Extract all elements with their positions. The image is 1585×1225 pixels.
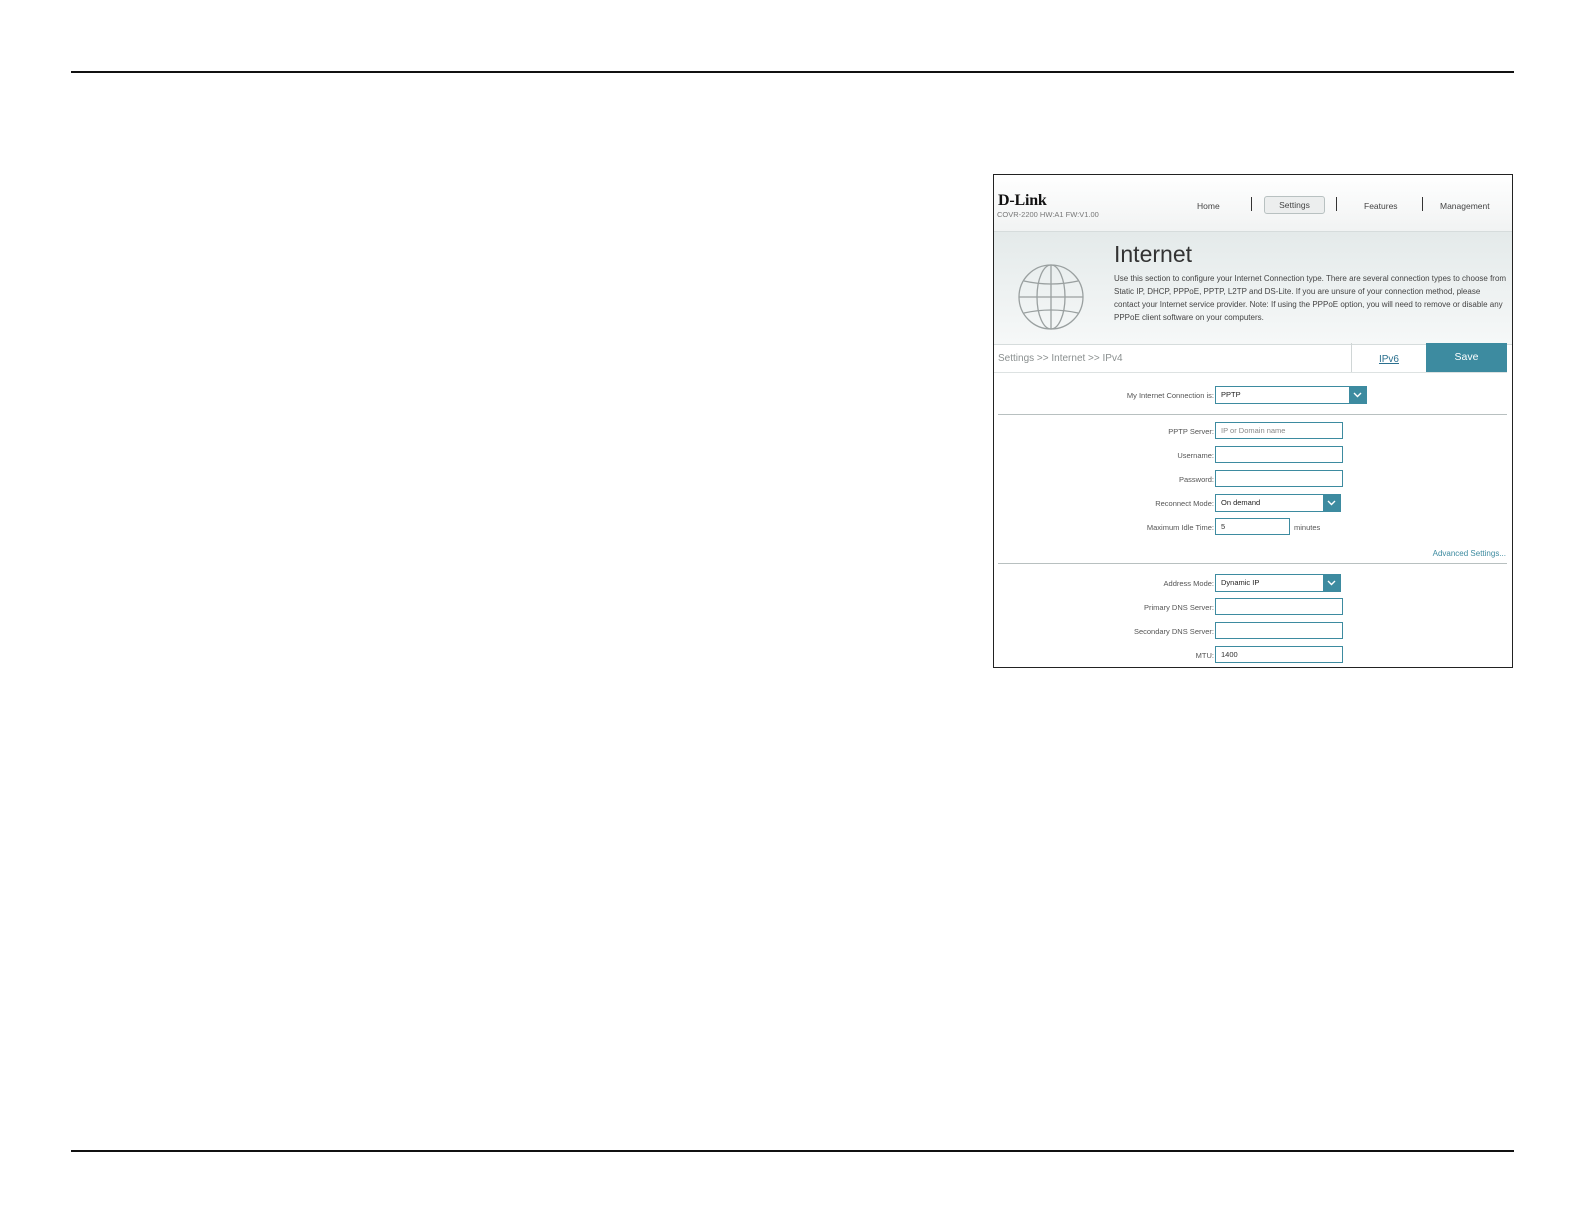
page-description: Use this section to configure your Inter…: [1114, 274, 1507, 322]
address-mode-select[interactable]: Dynamic IP: [1215, 574, 1341, 592]
username-label: Username:: [1177, 451, 1214, 460]
address-mode-label: Address Mode:: [1163, 579, 1214, 588]
pptp-server-label: PPTP Server:: [1168, 427, 1214, 436]
username-input[interactable]: [1215, 446, 1343, 463]
reconnect-mode-select[interactable]: On demand: [1215, 494, 1341, 512]
nav-settings[interactable]: Settings: [1264, 196, 1325, 214]
max-idle-input[interactable]: 5: [1215, 518, 1290, 535]
primary-dns-label: Primary DNS Server:: [1143, 603, 1214, 612]
section-divider: [998, 563, 1507, 564]
nav-features[interactable]: Features: [1364, 201, 1398, 211]
nav-separator: [1422, 197, 1423, 211]
page-bottom-rule: [71, 1150, 1514, 1152]
secondary-dns-input[interactable]: [1215, 622, 1343, 639]
chevron-down-icon: [1349, 387, 1366, 403]
max-idle-label: Maximum Idle Time:: [1146, 523, 1214, 532]
nav-separator: [1336, 197, 1337, 211]
ipv6-tab: IPv6: [1351, 343, 1426, 373]
primary-dns-input[interactable]: [1215, 598, 1343, 615]
section-banner: Internet Use this section to configure y…: [994, 232, 1512, 345]
password-input[interactable]: [1215, 470, 1343, 487]
model-info: COVR-2200 HW:A1 FW:V1.00: [997, 210, 1099, 219]
password-label: Password:: [1178, 475, 1214, 484]
app-header: D-Link COVR-2200 HW:A1 FW:V1.00 Home Set…: [994, 175, 1512, 232]
ipv6-link[interactable]: IPv6: [1379, 354, 1399, 365]
divider: [994, 372, 1507, 373]
mtu-input[interactable]: 1400: [1215, 646, 1343, 663]
pptp-server-input[interactable]: IP or Domain name: [1215, 422, 1343, 439]
brand-logo: D-Link: [998, 192, 1047, 209]
secondary-dns-label: Secondary DNS Server:: [1133, 627, 1214, 636]
address-mode-value: Dynamic IP: [1221, 578, 1260, 587]
advanced-settings-link[interactable]: Advanced Settings...: [1433, 549, 1506, 558]
connection-type-value: PPTP: [1221, 390, 1241, 399]
chevron-down-icon: [1323, 575, 1340, 591]
mtu-label: MTU:: [1195, 651, 1214, 660]
reconnect-mode-value: On demand: [1221, 498, 1261, 507]
connection-type-select[interactable]: PPTP: [1215, 386, 1367, 404]
globe-icon: [1018, 264, 1084, 330]
page-top-rule: [71, 71, 1514, 73]
reconnect-mode-label: Reconnect Mode:: [1155, 499, 1214, 508]
section-divider: [998, 414, 1507, 415]
connection-type-label: My Internet Connection is:: [1126, 391, 1214, 400]
page-title: Internet: [1114, 241, 1192, 267]
chevron-down-icon: [1323, 495, 1340, 511]
nav-management[interactable]: Management: [1440, 201, 1490, 211]
save-button[interactable]: Save: [1426, 343, 1507, 372]
router-settings-screenshot: D-Link COVR-2200 HW:A1 FW:V1.00 Home Set…: [993, 174, 1513, 668]
breadcrumb: Settings >> Internet >> IPv4: [998, 353, 1123, 364]
nav-home[interactable]: Home: [1197, 201, 1220, 211]
max-idle-unit: minutes: [1294, 523, 1321, 532]
nav-separator: [1251, 197, 1252, 211]
